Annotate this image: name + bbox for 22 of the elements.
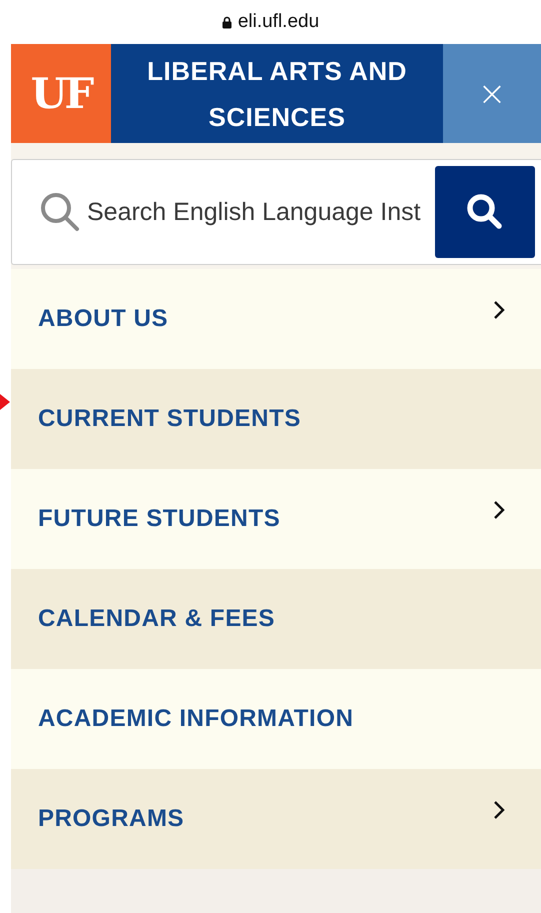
menu-row[interactable]: ACADEMIC INFORMATION [11, 669, 541, 769]
menu-link[interactable]: CURRENT STUDENTS [38, 405, 301, 433]
menu-link[interactable]: CALENDAR & FEES [38, 605, 276, 633]
menu-row[interactable]: FUTURE STUDENTS [11, 469, 541, 569]
chevron-right-icon[interactable] [493, 500, 505, 520]
menu-link[interactable]: FUTURE STUDENTS [38, 505, 280, 533]
address-url[interactable]: eli.ufl.edu [238, 11, 320, 33]
search-icon [39, 191, 81, 233]
chevron-right-icon[interactable] [493, 800, 505, 820]
college-title[interactable]: LIBERAL ARTS AND SCIENCES [111, 44, 443, 143]
menu-link[interactable]: ACADEMIC INFORMATION [38, 705, 354, 733]
menu-row[interactable]: PROGRAMS [11, 769, 541, 869]
search-field[interactable]: Search English Language Inst [81, 198, 435, 226]
menu-row[interactable]: CALENDAR & FEES [11, 569, 541, 669]
menu-row[interactable]: CURRENT STUDENTS [11, 369, 541, 469]
lock-icon [222, 16, 232, 28]
search-button[interactable] [435, 166, 535, 258]
menu-row[interactable]: ABOUT US [11, 269, 541, 369]
close-button[interactable]: × [443, 44, 541, 143]
chevron-right-icon[interactable] [493, 300, 505, 320]
menu-link[interactable]: ABOUT US [38, 305, 168, 333]
menu-link[interactable]: PROGRAMS [38, 805, 184, 833]
